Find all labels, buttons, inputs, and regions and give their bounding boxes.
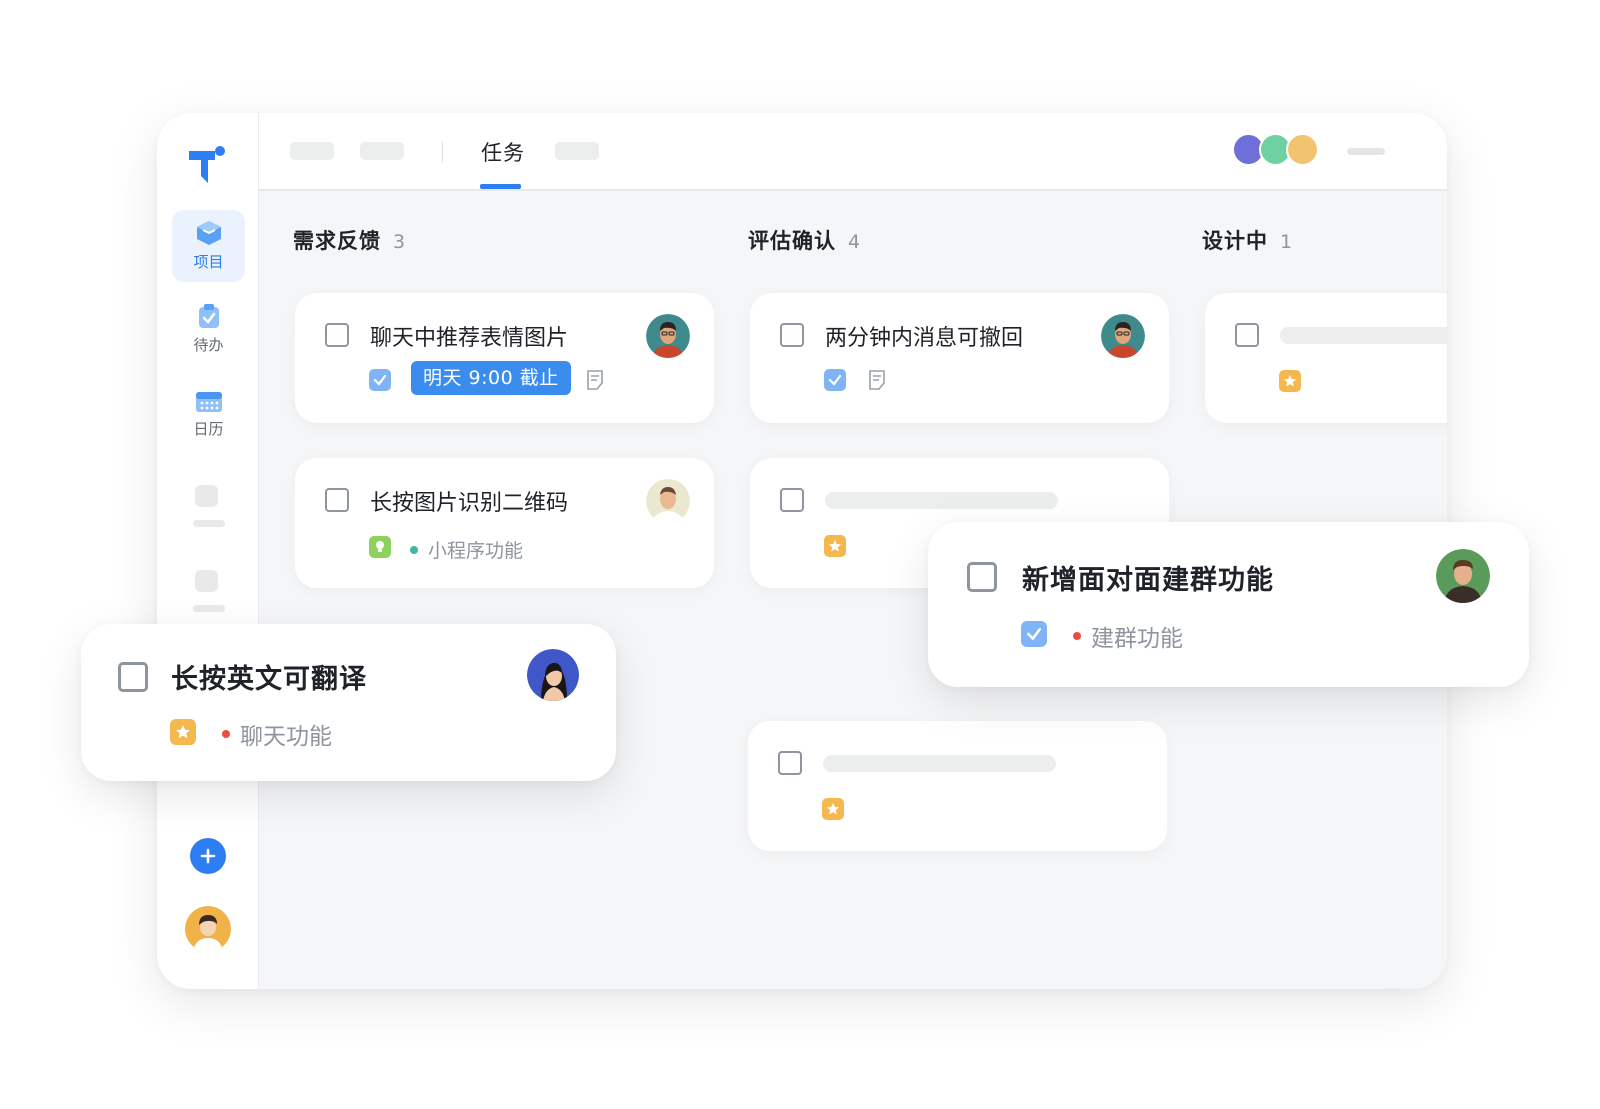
column-header-feedback: 需求反馈 3 bbox=[293, 225, 406, 255]
more-options[interactable] bbox=[1347, 148, 1385, 155]
tab-placeholder[interactable] bbox=[290, 142, 334, 160]
task-card[interactable]: 聊天中推荐表情图片 明天 9:00 截止 bbox=[295, 293, 714, 423]
task-card-placeholder[interactable] bbox=[1205, 293, 1447, 423]
assignee-avatar[interactable] bbox=[1101, 314, 1145, 358]
tag-label: 建群功能 bbox=[1091, 626, 1183, 652]
task-title-placeholder bbox=[823, 755, 1056, 772]
tag-label: 聊天功能 bbox=[240, 724, 332, 750]
star-icon bbox=[822, 798, 844, 820]
tab-divider bbox=[442, 141, 443, 163]
assignee-avatar-image bbox=[646, 479, 690, 523]
sidebar-item-calendar[interactable]: 日历 bbox=[172, 378, 245, 450]
column-title: 评估确认 bbox=[748, 229, 836, 253]
task-title: 聊天中推荐表情图片 bbox=[370, 326, 569, 351]
task-checkbox[interactable] bbox=[967, 562, 997, 592]
assignee-avatar[interactable] bbox=[646, 314, 690, 358]
sidebar-item-label: 待办 bbox=[193, 336, 224, 354]
assignee-avatar[interactable] bbox=[646, 479, 690, 523]
floating-task-card[interactable]: 新增面对面建群功能 建群功能 bbox=[928, 522, 1529, 687]
document-icon bbox=[587, 370, 603, 390]
tab-placeholder[interactable] bbox=[360, 142, 404, 160]
sidebar-item-todo[interactable]: 待办 bbox=[172, 293, 245, 365]
tab-tasks[interactable]: 任务 bbox=[481, 137, 525, 167]
tag-label: 小程序功能 bbox=[428, 540, 524, 562]
task-tag: 建群功能 bbox=[1073, 619, 1183, 653]
task-checkbox[interactable] bbox=[778, 751, 802, 775]
subtask-check-icon bbox=[824, 369, 846, 391]
sidebar-item-label: 日历 bbox=[193, 420, 224, 438]
column-count: 3 bbox=[393, 231, 407, 253]
lightbulb-icon bbox=[369, 536, 391, 558]
star-icon bbox=[1279, 370, 1301, 392]
tag-dot bbox=[1073, 632, 1081, 640]
task-card[interactable]: 两分钟内消息可撤回 bbox=[750, 293, 1169, 423]
sidebar-item-label: 项目 bbox=[193, 253, 224, 271]
sidebar-placeholder-icon[interactable] bbox=[195, 485, 218, 507]
column-title: 需求反馈 bbox=[293, 229, 381, 253]
task-title: 长按图片识别二维码 bbox=[370, 491, 569, 516]
task-checkbox[interactable] bbox=[118, 662, 148, 692]
project-cube-icon bbox=[196, 221, 221, 245]
task-checkbox[interactable] bbox=[325, 488, 349, 512]
top-bar: 任务 bbox=[259, 113, 1447, 191]
user-avatar[interactable] bbox=[185, 906, 231, 952]
app-logo-icon bbox=[189, 146, 225, 183]
sidebar-placeholder-label bbox=[193, 520, 225, 527]
sidebar-item-project[interactable]: 项目 bbox=[172, 210, 245, 282]
column-count: 1 bbox=[1280, 231, 1294, 253]
task-title-placeholder bbox=[1280, 327, 1447, 344]
column-count: 4 bbox=[848, 231, 862, 253]
task-checkbox[interactable] bbox=[780, 323, 804, 347]
task-card-placeholder[interactable] bbox=[748, 721, 1167, 851]
column-header-evaluation: 评估确认 4 bbox=[748, 225, 861, 255]
tag-dot bbox=[410, 545, 418, 554]
assignee-avatar-image bbox=[1436, 549, 1490, 603]
star-icon bbox=[824, 535, 846, 557]
task-tag: 聊天功能 bbox=[222, 717, 332, 751]
floating-task-card[interactable]: 长按英文可翻译 聊天功能 bbox=[81, 624, 616, 781]
tag-dot bbox=[222, 730, 230, 738]
calendar-icon bbox=[195, 392, 222, 412]
column-title: 设计中 bbox=[1202, 229, 1268, 253]
assignee-avatar-image bbox=[646, 314, 690, 358]
add-button[interactable] bbox=[190, 838, 226, 874]
task-checkbox[interactable] bbox=[325, 323, 349, 347]
column-header-designing: 设计中 1 bbox=[1202, 225, 1293, 255]
plus-icon bbox=[200, 848, 216, 864]
task-title-placeholder bbox=[825, 492, 1058, 509]
star-icon bbox=[170, 719, 196, 745]
due-date-badge[interactable]: 明天 9:00 截止 bbox=[411, 361, 571, 395]
assignee-avatar[interactable] bbox=[527, 649, 579, 701]
task-title: 长按英文可翻译 bbox=[171, 664, 367, 695]
task-title: 新增面对面建群功能 bbox=[1022, 565, 1274, 596]
task-checkbox[interactable] bbox=[780, 488, 804, 512]
clipboard-check-icon bbox=[198, 304, 219, 328]
assignee-avatar-image bbox=[527, 649, 579, 701]
assignee-avatar-image bbox=[1101, 314, 1145, 358]
task-tag: 小程序功能 bbox=[410, 536, 523, 563]
task-card[interactable]: 长按图片识别二维码 小程序功能 bbox=[295, 458, 714, 588]
assignee-avatar[interactable] bbox=[1436, 549, 1490, 603]
sidebar-placeholder-label bbox=[193, 605, 225, 612]
subtask-check-icon bbox=[369, 369, 391, 391]
user-avatar-image bbox=[185, 906, 231, 952]
tab-active-indicator bbox=[480, 184, 521, 189]
document-icon bbox=[869, 370, 885, 390]
tab-placeholder[interactable] bbox=[555, 142, 599, 160]
member-avatar[interactable] bbox=[1286, 133, 1319, 166]
task-checkbox[interactable] bbox=[1235, 323, 1259, 347]
sidebar: 项目 待办 日历 bbox=[157, 113, 259, 989]
sidebar-placeholder-icon[interactable] bbox=[195, 570, 218, 592]
task-title: 两分钟内消息可撤回 bbox=[825, 326, 1024, 351]
subtask-check-icon bbox=[1021, 621, 1047, 647]
